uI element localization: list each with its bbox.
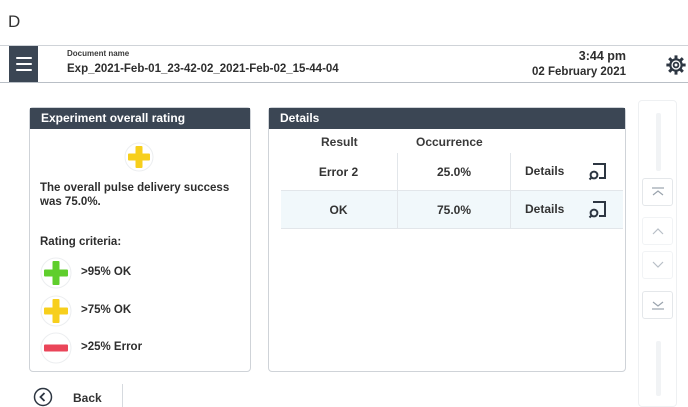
- criterion-label: >95% OK: [81, 266, 132, 278]
- occurrence-cell: 25.0%: [436, 164, 472, 179]
- criterion-75-ok: >75% OK: [40, 295, 240, 327]
- clock-date: 02 February 2021: [532, 66, 626, 78]
- gear-icon[interactable]: [665, 54, 687, 76]
- clock-time: 3:44 pm: [578, 49, 626, 63]
- column-header-result: Result: [321, 135, 358, 149]
- criterion-95-ok: >95% OK: [40, 257, 240, 289]
- hamburger-menu-icon[interactable]: [9, 46, 38, 82]
- scroll-down-button[interactable]: [642, 251, 673, 279]
- chevron-down-bar-icon: [651, 301, 664, 310]
- document-name: Exp_2021-Feb-01_23-42-02_2021-Feb-02_15-…: [67, 63, 339, 75]
- chevron-up-bar-icon: [651, 187, 664, 196]
- details-panel: Details Result Occurrence Error 2 25.0% …: [268, 107, 626, 372]
- details-button[interactable]: Details: [511, 191, 623, 228]
- top-bar: Document name Exp_2021-Feb-01_23-42-02_2…: [0, 45, 688, 83]
- rating-panel-title: Experiment overall rating: [30, 108, 250, 129]
- scroll-to-bottom-button[interactable]: [642, 291, 673, 319]
- rating-summary: The overall pulse delivery success was 7…: [40, 182, 230, 208]
- scroll-to-top-button[interactable]: [642, 178, 673, 206]
- table-row: OK 75.0% Details: [281, 191, 623, 229]
- bottom-bar: Back: [0, 382, 688, 407]
- chevron-down-icon: [652, 261, 663, 268]
- open-details-icon: [588, 163, 606, 181]
- criterion-label: >25% Error: [81, 341, 143, 353]
- back-button-label: Back: [73, 391, 102, 405]
- details-button-label: Details: [525, 202, 565, 216]
- details-panel-title: Details: [269, 108, 625, 129]
- result-cell: OK: [329, 202, 348, 217]
- occurrence-cell: 75.0%: [436, 202, 472, 217]
- criterion-label: >75% OK: [81, 304, 132, 316]
- scroll-up-button[interactable]: [642, 217, 673, 245]
- document-name-label: Document name: [67, 49, 130, 58]
- table-row: Error 2 25.0% Details: [281, 153, 623, 191]
- details-button[interactable]: Details: [511, 153, 623, 190]
- figure-label: D: [8, 12, 21, 31]
- minus-icon: [40, 332, 72, 364]
- chevron-up-icon: [652, 228, 663, 235]
- result-cell: Error 2: [318, 164, 359, 179]
- criterion-25-error: >25% Error: [40, 332, 240, 364]
- plus-icon: [124, 142, 154, 172]
- scroll-track: [656, 113, 661, 171]
- column-header-occurrence: Occurrence: [416, 135, 483, 149]
- plus-icon: [40, 295, 72, 327]
- side-scroll-panel: [638, 100, 677, 407]
- experiment-rating-panel: Experiment overall rating The overall pu…: [29, 107, 251, 372]
- criteria-title: Rating criteria:: [40, 236, 122, 248]
- plus-icon: [40, 257, 72, 289]
- details-button-label: Details: [525, 164, 565, 178]
- open-details-icon: [588, 201, 606, 219]
- back-arrow-icon: [33, 387, 53, 407]
- bottom-divider: [122, 384, 123, 407]
- back-button[interactable]: Back: [33, 386, 113, 407]
